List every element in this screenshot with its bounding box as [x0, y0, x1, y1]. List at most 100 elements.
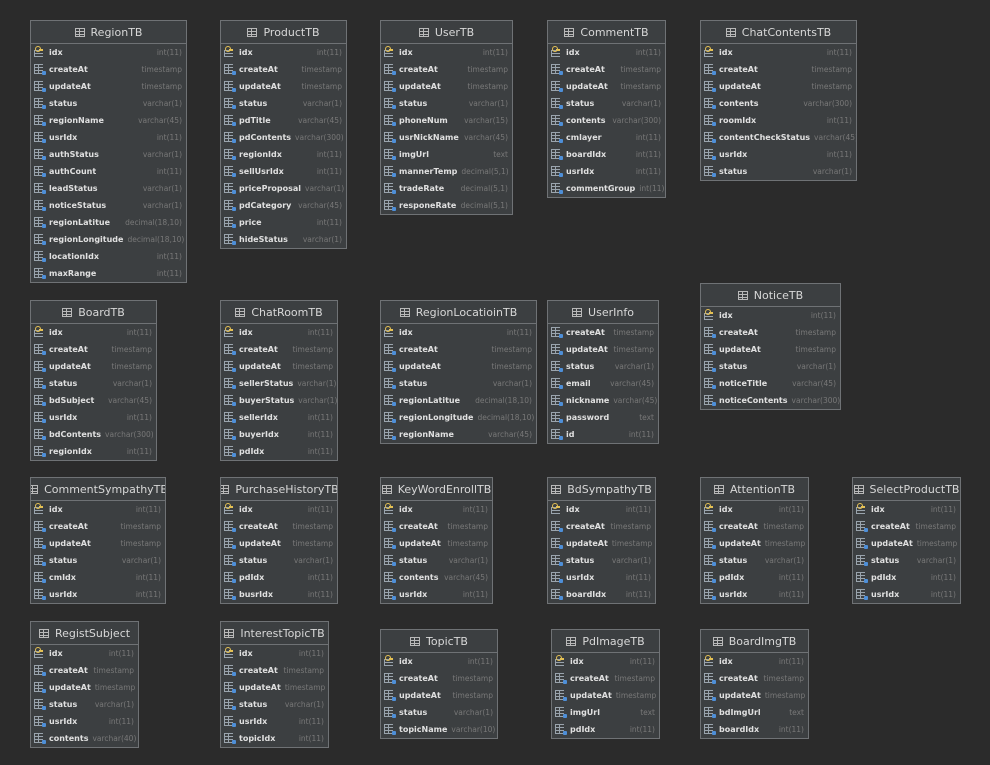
column-row[interactable]: idx int(11)	[221, 44, 346, 61]
column-row[interactable]: locationIdx int(11)	[31, 248, 186, 265]
column-row[interactable]: status varchar(1)	[853, 552, 960, 569]
column-row[interactable]: idx int(11)	[381, 44, 512, 61]
column-row[interactable]: contents varchar(45)	[381, 569, 492, 586]
column-row[interactable]: idx int(11)	[31, 645, 138, 662]
table-header[interactable]: RegionTB	[31, 21, 186, 44]
column-row[interactable]: updateAt timestamp	[221, 358, 337, 375]
table-header[interactable]: PurchaseHistoryTB	[221, 478, 337, 501]
column-row[interactable]: createAt timestamp	[548, 61, 665, 78]
column-row[interactable]: noticeContents varchar(300)	[701, 392, 840, 409]
column-row[interactable]: nickname varchar(45)	[548, 392, 658, 409]
column-row[interactable]: idx int(11)	[31, 324, 156, 341]
column-row[interactable]: idx int(11)	[381, 653, 497, 670]
table-header[interactable]: RegionLocatioinTB	[381, 301, 536, 324]
column-row[interactable]: createAt timestamp	[31, 518, 165, 535]
column-row[interactable]: idx int(11)	[701, 307, 840, 324]
table-interest-topic-tb[interactable]: InterestTopicTB idx int(11) createAt timesta…	[220, 621, 329, 748]
table-topic-tb[interactable]: TopicTB idx int(11) createAt timestamp update…	[380, 629, 498, 739]
column-row[interactable]: updateAt timestamp	[31, 78, 186, 95]
column-row[interactable]: usrIdx int(11)	[31, 586, 165, 603]
column-row[interactable]: idx int(11)	[548, 44, 665, 61]
column-row[interactable]: status varchar(1)	[381, 375, 536, 392]
column-row[interactable]: phoneNum varchar(15)	[381, 112, 512, 129]
column-row[interactable]: busrIdx int(11)	[221, 586, 337, 603]
column-row[interactable]: regionLongitude decimal(18,10)	[381, 409, 536, 426]
column-row[interactable]: usrIdx int(11)	[701, 146, 856, 163]
column-row[interactable]: updateAt timestamp	[701, 78, 856, 95]
table-user-info[interactable]: UserInfo createAt timestamp updateAt timesta…	[547, 300, 659, 444]
table-regist-subject[interactable]: RegistSubject idx int(11) createAt timestamp…	[30, 621, 139, 748]
table-region-tb[interactable]: RegionTB idx int(11) createAt timestamp updat…	[30, 20, 187, 283]
column-row[interactable]: usrIdx int(11)	[548, 569, 655, 586]
column-row[interactable]: usrIdx int(11)	[853, 586, 960, 603]
table-board-tb[interactable]: BoardTB idx int(11) createAt timestamp update…	[30, 300, 157, 461]
column-row[interactable]: contents varchar(40)	[31, 730, 138, 747]
column-row[interactable]: updateAt timestamp	[548, 535, 655, 552]
column-row[interactable]: mannerTemp decimal(5,1)	[381, 163, 512, 180]
table-header[interactable]: CommentTB	[548, 21, 665, 44]
column-row[interactable]: bdSubject varchar(45)	[31, 392, 156, 409]
column-row[interactable]: pdIdx int(11)	[552, 721, 659, 738]
column-row[interactable]: createAt timestamp	[552, 670, 659, 687]
column-row[interactable]: noticeStatus varchar(1)	[31, 197, 186, 214]
column-row[interactable]: createAt timestamp	[381, 670, 497, 687]
column-row[interactable]: contentCheckStatus varchar(45)	[701, 129, 856, 146]
column-row[interactable]: status varchar(1)	[381, 704, 497, 721]
column-row[interactable]: createAt timestamp	[31, 61, 186, 78]
column-row[interactable]: status varchar(1)	[221, 552, 337, 569]
column-row[interactable]: status varchar(1)	[548, 95, 665, 112]
column-row[interactable]: regionIdx int(11)	[221, 146, 346, 163]
column-row[interactable]: regionName varchar(45)	[381, 426, 536, 443]
column-row[interactable]: status varchar(1)	[548, 552, 655, 569]
column-row[interactable]: updateAt timestamp	[381, 687, 497, 704]
column-row[interactable]: createAt timestamp	[701, 61, 856, 78]
column-row[interactable]: email varchar(45)	[548, 375, 658, 392]
column-row[interactable]: contents varchar(300)	[701, 95, 856, 112]
column-row[interactable]: pdContents varchar(300)	[221, 129, 346, 146]
table-header[interactable]: UserTB	[381, 21, 512, 44]
column-row[interactable]: idx int(11)	[31, 501, 165, 518]
column-row[interactable]: createAt timestamp	[221, 662, 328, 679]
column-row[interactable]: idx int(11)	[853, 501, 960, 518]
table-header[interactable]: BoardTB	[31, 301, 156, 324]
column-row[interactable]: createAt timestamp	[381, 61, 512, 78]
column-row[interactable]: boardIdx int(11)	[701, 721, 808, 738]
column-row[interactable]: price int(11)	[221, 214, 346, 231]
column-row[interactable]: updateAt timestamp	[548, 78, 665, 95]
column-row[interactable]: status varchar(1)	[381, 552, 492, 569]
column-row[interactable]: createAt timestamp	[221, 61, 346, 78]
column-row[interactable]: contents varchar(300)	[548, 112, 665, 129]
column-row[interactable]: createAt timestamp	[31, 341, 156, 358]
column-row[interactable]: updateAt timestamp	[381, 78, 512, 95]
column-row[interactable]: updateAt timestamp	[221, 535, 337, 552]
table-header[interactable]: PdImageTB	[552, 630, 659, 653]
column-row[interactable]: regionLatitue decimal(18,10)	[381, 392, 536, 409]
column-row[interactable]: status varchar(1)	[31, 696, 138, 713]
table-header[interactable]: ProductTB	[221, 21, 346, 44]
column-row[interactable]: status varchar(1)	[701, 552, 808, 569]
column-row[interactable]: usrIdx int(11)	[31, 713, 138, 730]
column-row[interactable]: status varchar(1)	[381, 95, 512, 112]
table-product-tb[interactable]: ProductTB idx int(11) createAt timestamp upda…	[220, 20, 347, 249]
column-row[interactable]: responeRate decimal(5,1)	[381, 197, 512, 214]
column-row[interactable]: authCount int(11)	[31, 163, 186, 180]
column-row[interactable]: imgUrl text	[552, 704, 659, 721]
column-row[interactable]: updateAt timestamp	[221, 679, 328, 696]
column-row[interactable]: id int(11)	[548, 426, 658, 443]
table-bd-sympathy-tb[interactable]: BdSympathyTB idx int(11) createAt timestamp u…	[547, 477, 656, 604]
column-row[interactable]: updateAt timestamp	[701, 535, 808, 552]
column-row[interactable]: idx int(11)	[381, 324, 536, 341]
column-row[interactable]: status varchar(1)	[701, 358, 840, 375]
column-row[interactable]: usrIdx int(11)	[548, 163, 665, 180]
column-row[interactable]: idx int(11)	[221, 645, 328, 662]
column-row[interactable]: idx int(11)	[701, 653, 808, 670]
column-row[interactable]: status varchar(1)	[31, 375, 156, 392]
table-header[interactable]: RegistSubject	[31, 622, 138, 645]
table-header[interactable]: ChatRoomTB	[221, 301, 337, 324]
column-row[interactable]: regionName varchar(45)	[31, 112, 186, 129]
column-row[interactable]: idx int(11)	[31, 44, 186, 61]
table-chat-room-tb[interactable]: ChatRoomTB idx int(11) createAt timestamp upd…	[220, 300, 338, 461]
column-row[interactable]: updateAt timestamp	[31, 358, 156, 375]
column-row[interactable]: createAt timestamp	[853, 518, 960, 535]
column-row[interactable]: password text	[548, 409, 658, 426]
